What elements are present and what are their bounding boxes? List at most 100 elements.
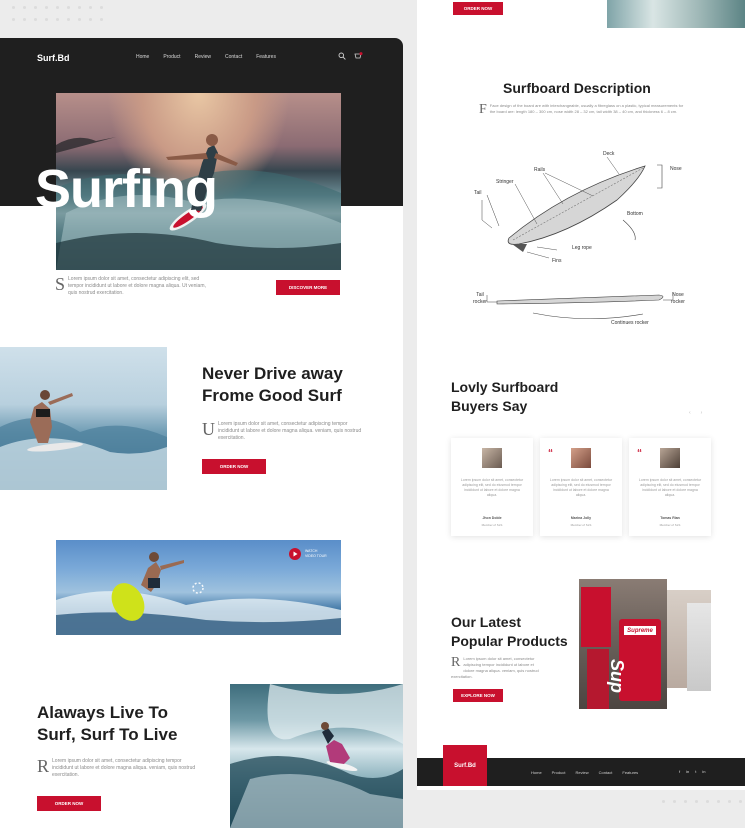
play-video-control[interactable]: WATCH VIDEO TOUR xyxy=(289,548,327,560)
decorative-dots-top-2 xyxy=(12,18,103,21)
diagram-label-rails: Rails xyxy=(534,167,546,173)
order-now-button-2[interactable]: ORDER NOW xyxy=(37,796,101,811)
avatar xyxy=(482,448,502,468)
diagram-label-continues-rocker: Continues rocker xyxy=(611,320,649,326)
review-text: Lorem ipsum dolor sit amet, consectetur … xyxy=(549,478,613,497)
review-text: Lorem ipsum dolor sit amet, consectetur … xyxy=(460,478,524,497)
landing-page-left: Surf.Bd Home Product Review Contact Feat… xyxy=(0,38,403,828)
reviewer-name: Tomas Rian xyxy=(660,516,680,520)
footer-logo[interactable]: Surf.Bd xyxy=(443,745,487,786)
dropcap: R xyxy=(451,655,461,670)
reviews-heading-line1: Lovly Surfboard xyxy=(451,379,559,395)
review-card: Lorem ipsum dolor sit amet, consectetur … xyxy=(451,438,533,536)
linkedin-icon[interactable]: in xyxy=(686,769,689,774)
search-icon[interactable] xyxy=(338,52,346,60)
section-live-caption-text: Lorem ipsum dolor sit amet, consectetur … xyxy=(52,758,196,778)
diagram-label-tail: Tail xyxy=(474,190,482,196)
description-heading: Surfboard Description xyxy=(503,80,651,96)
description-text: F Face design of the board are with inte… xyxy=(479,102,687,117)
diagram-label-nose-rocker: Nose rocker xyxy=(671,292,685,306)
order-now-button-top[interactable]: ORDER NOW xyxy=(453,2,503,15)
discover-more-button[interactable]: DISCOVER MORE xyxy=(276,280,340,295)
tail-rocker-line1: Tail xyxy=(476,292,484,298)
brand-logo[interactable]: Surf.Bd xyxy=(37,53,70,63)
footer-nav-home[interactable]: Home xyxy=(531,770,542,775)
review-card: “ Lorem ipsum dolor sit amet, consectetu… xyxy=(540,438,622,536)
landing-page-right: ORDER NOW Surfboard Description F Face d… xyxy=(417,0,745,790)
order-now-button[interactable]: ORDER NOW xyxy=(202,459,266,474)
footer-nav: Home Product Review Contact Features xyxy=(531,770,638,775)
section-live-heading-line1: Alaways Live To xyxy=(37,703,169,722)
dropcap: U xyxy=(202,419,215,439)
footer-nav-contact[interactable]: Contact xyxy=(599,770,613,775)
next-arrow-icon[interactable]: › xyxy=(701,410,703,416)
top-cropped-wave-photo xyxy=(607,0,745,28)
footer-nav-product[interactable]: Product xyxy=(552,770,566,775)
dropcap: S xyxy=(55,274,66,294)
twitter-icon[interactable]: t xyxy=(695,769,696,774)
footer: Surf.Bd Home Product Review Contact Feat… xyxy=(417,745,745,786)
section-live-heading: Alaways Live To Surf, Surf To Live xyxy=(37,702,177,746)
products-heading: Our Latest Popular Products xyxy=(451,613,568,651)
diagram-label-leg-rope: Leg rope xyxy=(572,245,592,251)
nav-item-home[interactable]: Home xyxy=(136,54,149,60)
reviewer-role: Member of SLS xyxy=(481,523,503,527)
instagram-icon[interactable]: in xyxy=(702,769,705,774)
prev-arrow-icon[interactable]: ‹ xyxy=(689,410,691,416)
diagram-label-tail-rocker: Tail rocker xyxy=(473,292,487,306)
section-live-caption: R Lorem ipsum dolor sit amet, consectetu… xyxy=(37,757,197,779)
video-label-line2: VIDEO TOUR xyxy=(305,554,327,558)
product-photo-side xyxy=(687,603,711,691)
decorative-dots-bottom xyxy=(662,800,742,803)
section-drive-caption-text: Lorem ipsum dolor sit amet, consectetur … xyxy=(218,421,362,441)
review-card: “ Lorem ipsum dolor sit amet, consectetu… xyxy=(629,438,711,536)
nav-item-review[interactable]: Review xyxy=(195,54,211,60)
section-live-heading-line2: Surf, Surf To Live xyxy=(37,725,178,744)
products-caption: R Lorem ipsum dolor sit amet, consectetu… xyxy=(451,656,543,680)
diagram-label-fins: Fins xyxy=(552,258,562,264)
products-heading-line1: Our Latest xyxy=(451,614,522,630)
main-nav: Home Product Review Contact Features xyxy=(136,54,276,60)
header-icons xyxy=(338,52,363,60)
nav-item-product[interactable]: Product xyxy=(163,54,180,60)
reviewer-role: Member of SLS xyxy=(570,523,592,527)
section-drive-heading-line1: Never Drive away xyxy=(202,364,343,383)
tail-rocker-line2: rocker xyxy=(473,299,487,305)
section-drive-heading: Never Drive away Frome Good Surf xyxy=(202,363,343,407)
footer-nav-features[interactable]: Features xyxy=(622,770,638,775)
description-text-body: Face design of the board are with interc… xyxy=(489,103,684,114)
play-icon[interactable] xyxy=(289,548,301,560)
nav-item-features[interactable]: Features xyxy=(256,54,276,60)
quote-icon: “ xyxy=(637,448,642,459)
supreme-bag-logo: Sup xyxy=(607,659,627,693)
product-photo-supreme: Supreme Sup xyxy=(579,579,667,709)
cart-icon[interactable] xyxy=(354,52,363,60)
reviews-heading-line2: Buyers Say xyxy=(451,398,528,414)
big-wave-surfer-photo xyxy=(230,684,403,828)
hero-title: Surfing xyxy=(35,159,218,219)
reviewer-name: Jhon Doble xyxy=(482,516,502,520)
nav-item-contact[interactable]: Contact xyxy=(225,54,242,60)
reviewer-role: Member of SLS xyxy=(659,523,681,527)
reviews-heading: Lovly Surfboard Buyers Say xyxy=(451,378,558,416)
diagram-label-nose: Nose xyxy=(670,166,682,172)
explore-now-button[interactable]: EXPLORE NOW xyxy=(453,689,503,702)
section-drive-caption: U Lorem ipsum dolor sit amet, consectetu… xyxy=(202,419,364,442)
facebook-icon[interactable]: f xyxy=(679,769,680,774)
avatar xyxy=(660,448,680,468)
section-drive-heading-line2: Frome Good Surf xyxy=(202,386,342,405)
diagram-label-stringer: Stringer xyxy=(496,179,514,185)
quote-icon: “ xyxy=(548,448,553,459)
avatar xyxy=(571,448,591,468)
reviewer-name: Marina Jolly xyxy=(570,516,592,520)
diagram-label-bottom: Bottom xyxy=(627,211,643,217)
nose-rocker-line2: rocker xyxy=(671,299,685,305)
hero-caption-text: Lorem ipsum dolor sit amet, consectetur … xyxy=(68,276,206,296)
products-caption-text: Lorem ipsum dolor sit amet, consectetur … xyxy=(451,656,539,679)
decorative-dots-top xyxy=(12,6,103,9)
footer-nav-review[interactable]: Review xyxy=(575,770,588,775)
review-text: Lorem ipsum dolor sit amet, consectetur … xyxy=(638,478,702,497)
dropcap: F xyxy=(479,102,487,117)
reviews-carousel-nav: ‹ › xyxy=(689,410,702,416)
nose-rocker-line1: Nose xyxy=(672,292,684,298)
